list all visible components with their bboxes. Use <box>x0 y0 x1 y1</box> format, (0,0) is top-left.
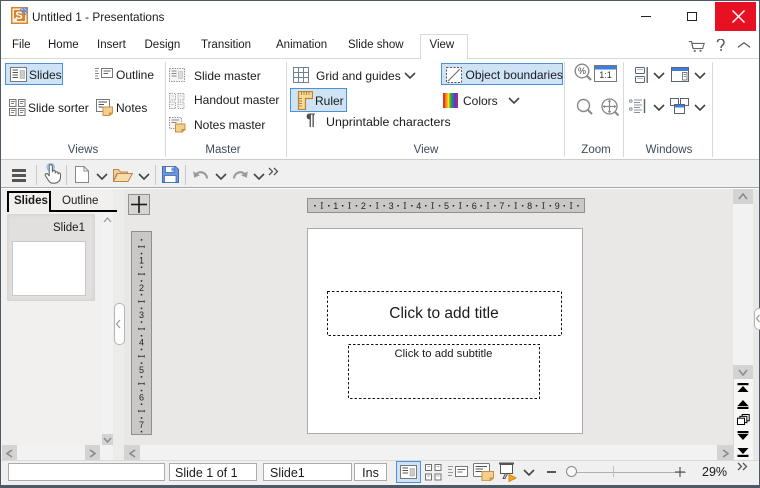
svg-text:3: 3 <box>389 201 394 211</box>
svg-text:2: 2 <box>361 201 366 211</box>
svg-text:7: 7 <box>499 201 504 211</box>
svg-text:9: 9 <box>555 201 560 211</box>
svg-text:6: 6 <box>472 201 477 211</box>
svg-text:5: 5 <box>139 365 144 375</box>
svg-text:1: 1 <box>333 201 338 211</box>
svg-text:2: 2 <box>139 282 144 292</box>
svg-text:8: 8 <box>527 201 532 211</box>
svg-text:1: 1 <box>139 255 144 265</box>
svg-text:4: 4 <box>139 337 144 347</box>
svg-text:1:1: 1:1 <box>599 70 612 80</box>
svg-text:6: 6 <box>139 392 144 402</box>
svg-text:7: 7 <box>139 419 144 429</box>
svg-text:5: 5 <box>444 201 449 211</box>
svg-text:3: 3 <box>139 310 144 320</box>
svg-text:4: 4 <box>416 201 421 211</box>
svg-text:%: % <box>578 66 586 76</box>
